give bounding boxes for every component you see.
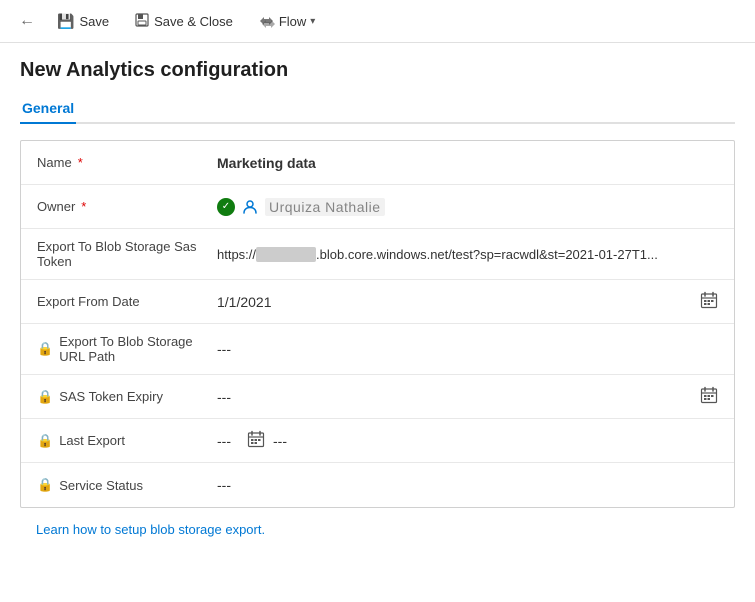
name-row: Name * Marketing data [21,141,734,185]
export-blob-sas-row: Export To Blob Storage Sas Token https:/… [21,229,734,280]
owner-check-icon: ✓ [217,198,235,216]
export-blob-sas-value: https://xxxxxxxx.blob.core.windows.net/t… [217,247,718,262]
name-value: Marketing data [217,155,718,171]
back-icon: ← [19,12,35,30]
url-blurred: xxxxxxxx [256,247,316,262]
owner-label: Owner * [37,199,217,214]
last-export-label: 🔒 Last Export [37,433,217,449]
export-blob-url-value: --- [217,341,718,357]
owner-required-star: * [81,199,86,214]
tab-general[interactable]: General [20,94,76,124]
tabs: General [20,94,735,124]
lock-icon-4: 🔒 [37,477,53,493]
owner-name: Urquiza Nathalie [265,198,385,216]
save-button[interactable]: 💾 Save [46,7,120,36]
last-export-calendar-icon[interactable] [247,430,265,451]
save-label: Save [79,14,109,29]
owner-value: ✓ Urquiza Nathalie [217,198,718,216]
flow-label: Flow [279,14,306,29]
sas-token-expiry-value: --- [217,386,718,407]
export-from-date-calendar-icon[interactable] [700,291,718,312]
owner-person-icon [241,198,259,216]
export-from-date-value: 1/1/2021 [217,291,718,312]
last-export-value: --- --- [217,430,718,451]
save-close-label: Save & Close [154,14,233,29]
lock-icon-3: 🔒 [37,433,53,449]
export-blob-sas-label: Export To Blob Storage Sas Token [37,239,217,269]
service-status-label: 🔒 Service Status [37,477,217,493]
name-required-star: * [78,155,83,170]
page-content: New Analytics configuration General Name… [0,43,755,559]
export-blob-url-row: 🔒 Export To Blob Storage URL Path --- [21,324,734,375]
page-title: New Analytics configuration [20,59,735,82]
sas-token-expiry-label: 🔒 SAS Token Expiry [37,389,217,405]
flow-button[interactable]: Flow ▾ [248,8,326,35]
back-button[interactable]: ← [12,6,42,36]
export-from-date-row: Export From Date 1/1/2021 [21,280,734,324]
url-value: https://xxxxxxxx.blob.core.windows.net/t… [217,247,658,262]
floppy-icon: 💾 [57,13,74,30]
service-status-row: 🔒 Service Status --- [21,463,734,507]
lock-icon-1: 🔒 [37,341,53,357]
owner-row: Owner * ✓ Urquiza Nathalie [21,185,734,229]
lock-icon-2: 🔒 [37,389,53,405]
form-card: Name * Marketing data Owner * ✓ Urquiza … [20,140,735,508]
last-export-row: 🔒 Last Export --- [21,419,734,463]
service-status-value: --- [217,477,718,493]
flow-chevron-icon: ▾ [310,16,315,27]
sas-token-expiry-calendar-icon[interactable] [700,386,718,407]
export-from-date-label: Export From Date [37,294,217,309]
flow-icon [259,14,275,28]
export-blob-url-label: 🔒 Export To Blob Storage URL Path [37,334,217,364]
toolbar: ← 💾 Save Save & Close Flow ▾ [0,0,755,43]
save-close-icon [135,13,149,30]
learn-link[interactable]: Learn how to setup blob storage export. [20,508,735,543]
save-close-button[interactable]: Save & Close [124,7,244,36]
name-label: Name * [37,155,217,170]
sas-token-expiry-row: 🔒 SAS Token Expiry --- [21,375,734,419]
